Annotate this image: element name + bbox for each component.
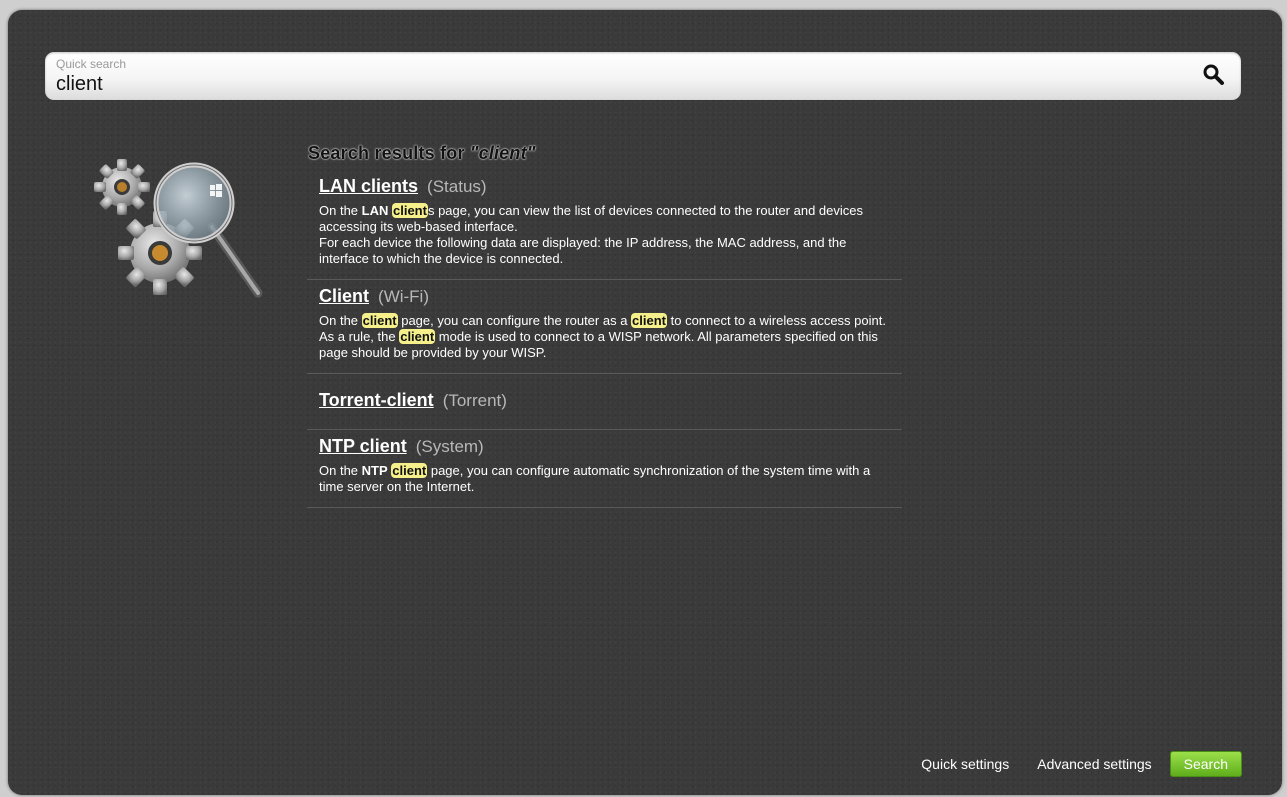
results-heading-prefix: Search results for — [308, 143, 470, 163]
result-description: On the LAN clients page, you can view th… — [319, 203, 890, 267]
result-link-client[interactable]: Client — [319, 286, 369, 306]
footer-nav: Quick settings Advanced settings Search — [921, 751, 1242, 777]
results-heading: Search results for "client" — [308, 143, 902, 164]
search-icon[interactable] — [1201, 62, 1227, 88]
desc-text: On the — [319, 313, 362, 328]
search-caption: Quick search — [56, 57, 127, 71]
search-results: Search results for "client" LAN clients … — [307, 143, 902, 508]
desc-text: page, you can configure the router as a — [397, 313, 632, 328]
highlight-match: client — [361, 313, 398, 328]
result-link-torrent-client[interactable]: Torrent-client — [319, 390, 434, 410]
result-category: (Status) — [427, 177, 487, 196]
result-category: (Torrent) — [442, 391, 507, 410]
highlight-match: client — [391, 463, 428, 478]
search-button[interactable]: Search — [1169, 751, 1242, 777]
desc-bold: LAN — [361, 203, 389, 218]
result-link-lan-clients[interactable]: LAN clients — [319, 176, 418, 196]
result-item-client: Client (Wi-Fi) On the client page, you c… — [307, 280, 902, 374]
result-description: On the client page, you can configure th… — [319, 313, 890, 361]
result-category: (System) — [415, 437, 484, 456]
result-item-lan-clients: LAN clients (Status) On the LAN clients … — [307, 170, 902, 280]
result-item-ntp-client: NTP client (System) On the NTP client pa… — [307, 430, 902, 508]
desc-text: On the — [319, 463, 362, 478]
result-item-torrent-client: Torrent-client (Torrent) — [307, 374, 902, 430]
highlight-match: client — [399, 329, 436, 344]
highlight-match: client — [631, 313, 668, 328]
main-panel: Quick search client Search results for "… — [8, 10, 1282, 795]
desc-text: As a rule, the — [319, 329, 400, 344]
desc-text: to connect to a wireless access point. — [667, 313, 886, 328]
search-input[interactable] — [54, 72, 1156, 96]
gears-magnifier-icon — [90, 145, 270, 305]
desc-text: For each device the following data are d… — [319, 235, 847, 266]
desc-bold: NTP — [361, 463, 388, 478]
quick-search-bar: Quick search — [45, 52, 1241, 100]
highlight-match: client — [391, 203, 428, 218]
desc-text: On the — [319, 203, 362, 218]
results-heading-query: "client" — [469, 143, 536, 163]
result-category: (Wi-Fi) — [378, 287, 429, 306]
result-link-ntp-client[interactable]: NTP client — [319, 436, 407, 456]
quick-settings-link[interactable]: Quick settings — [921, 756, 1009, 772]
result-description: On the NTP client page, you can configur… — [319, 463, 890, 495]
advanced-settings-link[interactable]: Advanced settings — [1037, 756, 1151, 772]
